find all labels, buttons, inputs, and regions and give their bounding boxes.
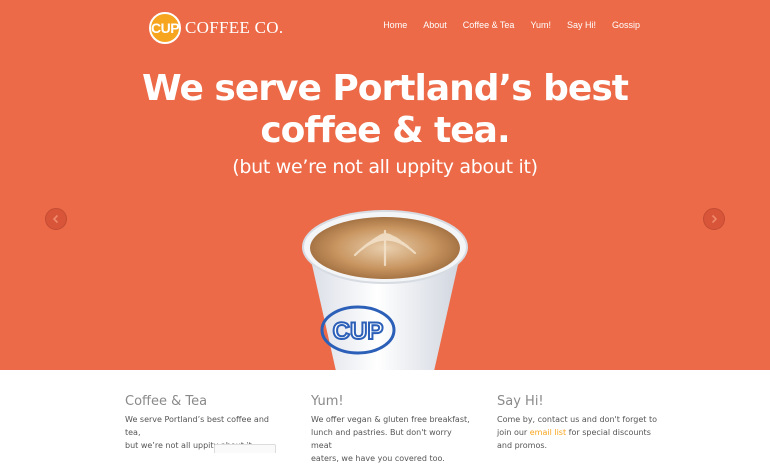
nav-coffee-tea[interactable]: Coffee & Tea [463, 20, 515, 30]
column-yum: Yum! We offer vegan & gluten free breakf… [311, 394, 471, 465]
column-say-hi: Say Hi! Come by, contact us and don't fo… [497, 394, 657, 452]
column-text-line: and promos. [497, 441, 548, 450]
headline-line-2: coffee & tea. [260, 110, 510, 151]
main-nav: Home About Coffee & Tea Yum! Say Hi! Gos… [367, 20, 640, 30]
nav-say-hi[interactable]: Say Hi! [567, 20, 596, 30]
logo-text: COFFEE CO. [185, 18, 284, 37]
column-text-line: We offer vegan & gluten free breakfast, [311, 415, 470, 424]
hero-banner: CUP COFFEE CO. Home About Coffee & Tea Y… [0, 0, 770, 370]
email-list-link[interactable]: email list [530, 428, 566, 437]
column-title: Coffee & Tea [125, 394, 208, 409]
chevron-left-icon [52, 214, 59, 224]
headline-line-1: We serve Portland’s best [142, 68, 629, 109]
chevron-right-icon [711, 214, 718, 224]
hero-headline: We serve Portland’s best coffee & tea. [0, 68, 770, 152]
hero-subhead: (but we’re not all uppity about it) [232, 156, 538, 178]
column-text-line: for special discounts [566, 428, 651, 437]
read-more-button[interactable] [214, 444, 276, 453]
logo[interactable]: CUP COFFEE CO. [149, 12, 283, 44]
column-title: Say Hi! [497, 394, 544, 409]
nav-about[interactable]: About [423, 20, 447, 30]
column-title: Yum! [311, 394, 344, 409]
column-text-line: Come by, contact us and don't forget to [497, 415, 657, 424]
nav-yum[interactable]: Yum! [530, 20, 551, 30]
carousel-prev-button[interactable] [45, 208, 67, 230]
column-text: We offer vegan & gluten free breakfast, … [311, 413, 471, 465]
nav-gossip[interactable]: Gossip [612, 20, 640, 30]
logo-badge: CUP [149, 12, 181, 44]
column-text-line: lunch and pastries. But don't worry meat [311, 428, 452, 450]
column-text-line: We serve Portland’s best coffee and tea, [125, 415, 269, 437]
info-columns: Coffee & Tea We serve Portland’s best co… [0, 370, 770, 463]
column-text-line: eaters, we have you covered too. [311, 454, 445, 463]
column-text: Come by, contact us and don't forget to … [497, 413, 657, 452]
column-text-line: join our [497, 428, 530, 437]
cup-logo-text: CUP [333, 318, 384, 345]
carousel-next-button[interactable] [703, 208, 725, 230]
coffee-cup-image: CUP [302, 210, 468, 370]
nav-home[interactable]: Home [383, 20, 407, 30]
